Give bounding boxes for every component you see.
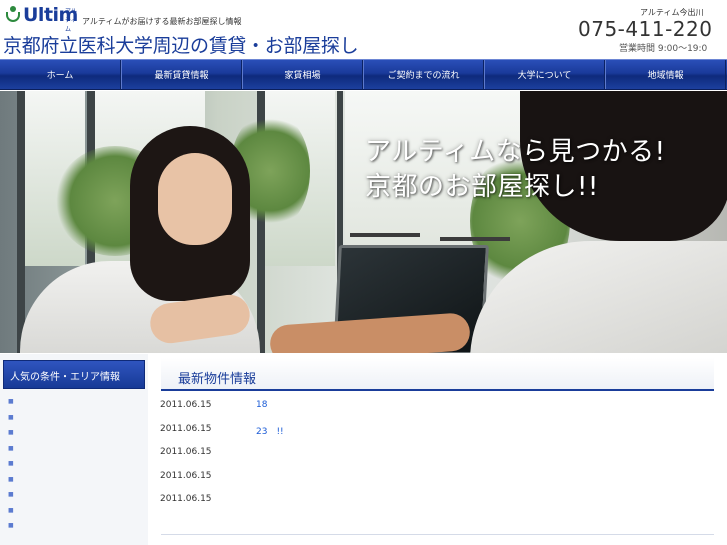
news-date: 2011.06.15: [160, 470, 212, 481]
woman-photo: [158, 153, 232, 245]
site-title[interactable]: 京都府立医科大学周辺の賃貸・お部屋探し: [3, 31, 359, 58]
nav-item-contract-flow[interactable]: ご契約までの流れ: [363, 60, 484, 89]
news-date: 2011.06.15: [160, 423, 212, 434]
news-item: 2011.06.15: [160, 494, 284, 518]
header: Ultim アルティム アルティムがお届けする最新お部屋探し情報 京都府立医科大…: [0, 0, 727, 58]
tagline: アルティムがお届けする最新お部屋探し情報: [82, 17, 242, 26]
nav-item-home[interactable]: ホーム: [0, 60, 121, 89]
main-content: 最新物件情報 2011.06.15 18 2011.06.15 23 !! 20…: [148, 354, 727, 545]
bullet-icon: ■: [8, 429, 14, 437]
bullet-icon: ■: [8, 398, 14, 406]
news-list: 2011.06.15 18 2011.06.15 23 !! 2011.06.1…: [160, 400, 284, 518]
sidebar-item[interactable]: ■: [0, 487, 148, 503]
sidebar-item[interactable]: ■: [0, 425, 148, 441]
hero-line-1: アルティムなら見つかる!: [365, 137, 666, 167]
bullet-icon: ■: [8, 413, 14, 421]
news-link[interactable]: 18: [256, 400, 267, 424]
sidebar-item[interactable]: ■: [0, 441, 148, 457]
sidebar-item[interactable]: ■: [0, 410, 148, 426]
bullet-icon: ■: [8, 491, 14, 499]
bullet-icon: ■: [8, 506, 14, 514]
sidebar-item[interactable]: ■: [0, 456, 148, 472]
hero-banner: アルティムなら見つかる! 京都のお部屋探し!!: [0, 91, 727, 353]
hero-line-2: 京都のお部屋探し!!: [365, 172, 599, 202]
main-navigation: ホーム 最新賃貸情報 家賃相場 ご契約までの流れ 大学について 地域情報: [0, 59, 727, 90]
nav-item-rent-prices[interactable]: 家賃相場: [242, 60, 363, 89]
sidebar-title: 人気の条件・エリア情報: [3, 360, 145, 389]
logo-subtext: アルティム: [65, 8, 77, 33]
sidebar: 人気の条件・エリア情報 ■ ■ ■ ■ ■ ■ ■ ■ ■: [0, 354, 148, 545]
bullet-icon: ■: [8, 444, 14, 452]
business-hours: 営業時間 9:00〜19:0: [619, 44, 708, 54]
sidebar-list: ■ ■ ■ ■ ■ ■ ■ ■ ■: [0, 394, 148, 534]
sidebar-item[interactable]: ■: [0, 394, 148, 410]
bullet-icon: ■: [8, 460, 14, 468]
news-link[interactable]: 23 !!: [256, 424, 284, 448]
sidebar-item[interactable]: ■: [0, 518, 148, 534]
nav-item-about-university[interactable]: 大学について: [484, 60, 605, 89]
nav-item-latest-rentals[interactable]: 最新賃貸情報: [121, 60, 242, 89]
section-divider: [161, 534, 714, 545]
latest-listings-heading: 最新物件情報: [161, 358, 714, 391]
news-date: 2011.06.15: [160, 400, 212, 410]
bullet-icon: ■: [8, 475, 14, 483]
news-item: 2011.06.15 18: [160, 400, 284, 424]
person-logo-icon: [5, 6, 21, 24]
sidebar-item[interactable]: ■: [0, 503, 148, 519]
hero-copy: アルティムなら見つかる! 京都のお部屋探し!!: [365, 135, 666, 205]
news-date: 2011.06.15: [160, 494, 212, 504]
news-date: 2011.06.15: [160, 447, 212, 457]
bullet-icon: ■: [8, 522, 14, 530]
sidebar-item[interactable]: ■: [0, 472, 148, 488]
news-item: 2011.06.15: [160, 471, 284, 495]
phone-number: 075-411-220: [578, 17, 713, 41]
logo[interactable]: Ultim アルティム: [5, 6, 78, 33]
news-item: 2011.06.15 23 !!: [160, 424, 284, 448]
news-item: 2011.06.15: [160, 447, 284, 471]
nav-item-area-info[interactable]: 地域情報: [605, 60, 726, 89]
